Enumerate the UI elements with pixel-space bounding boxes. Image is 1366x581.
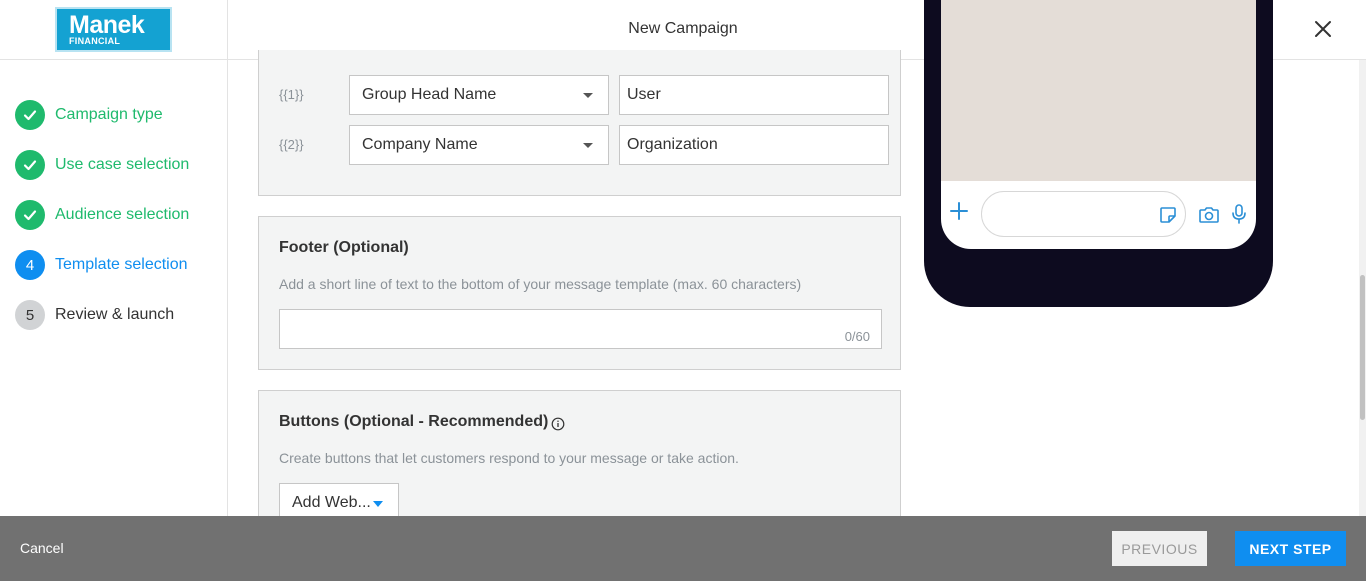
caret-down-icon: [583, 93, 593, 98]
step-label: Review & launch: [55, 306, 175, 323]
chat-background: [941, 0, 1256, 181]
phone-screen: [941, 0, 1256, 249]
step-audience-selection[interactable]: Audience selection: [15, 200, 189, 230]
close-icon: [1315, 21, 1331, 37]
variable-field-select[interactable]: Company Name: [349, 125, 609, 165]
step-label: Use case selection: [55, 156, 190, 173]
variable-key: {{1}}: [279, 87, 304, 102]
message-input[interactable]: [981, 191, 1186, 237]
variable-fallback-input[interactable]: Organization: [619, 125, 889, 165]
variable-fallback-input[interactable]: User: [619, 75, 889, 115]
close-button[interactable]: [1311, 17, 1335, 41]
scrollbar[interactable]: [1359, 60, 1366, 516]
info-icon[interactable]: [551, 417, 565, 431]
select-value: Company Name: [362, 136, 478, 153]
buttons-description: Create buttons that let customers respon…: [279, 450, 739, 466]
cancel-link[interactable]: Cancel: [20, 540, 64, 556]
character-counter: 0/60: [844, 329, 870, 344]
variables-panel: {{1}} Group Head Name User {{2}} Company…: [258, 50, 901, 196]
step-use-case-selection[interactable]: Use case selection: [15, 150, 189, 180]
step-review-launch[interactable]: 5 Review & launch: [15, 300, 174, 330]
step-number: 5: [15, 300, 45, 330]
buttons-title: Buttons (Optional - Recommended): [279, 413, 549, 430]
variable-row: {{2}} Company Name Organization: [279, 125, 889, 165]
variable-row: {{1}} Group Head Name User: [279, 75, 889, 115]
select-value: Group Head Name: [362, 86, 497, 103]
compose-bar: [941, 181, 1256, 249]
caret-down-icon: [373, 501, 383, 507]
check-icon: [15, 150, 45, 180]
dropdown-label: Add Web...: [292, 494, 371, 511]
scrollbar-thumb[interactable]: [1360, 275, 1365, 420]
footer-description: Add a short line of text to the bottom o…: [279, 276, 802, 292]
caret-down-icon: [583, 143, 593, 148]
step-campaign-type[interactable]: Campaign type: [15, 100, 163, 130]
variable-key: {{2}}: [279, 137, 304, 152]
step-number: 4: [15, 250, 45, 280]
step-label: Campaign type: [55, 106, 163, 123]
bottom-action-bar: Cancel PREVIOUS NEXT STEP: [0, 516, 1366, 581]
step-label: Audience selection: [55, 206, 190, 223]
microphone-icon[interactable]: [1231, 203, 1247, 225]
plus-icon[interactable]: [949, 201, 969, 221]
footer-panel: Footer (Optional) Add a short line of te…: [258, 216, 901, 370]
footer-text-input[interactable]: 0/60: [279, 309, 882, 349]
previous-button[interactable]: PREVIOUS: [1112, 531, 1207, 566]
check-icon: [15, 200, 45, 230]
next-step-button[interactable]: NEXT STEP: [1235, 531, 1346, 566]
phone-preview: [924, 0, 1273, 307]
buttons-panel: Buttons (Optional - Recommended) Create …: [258, 390, 901, 523]
sticker-icon[interactable]: [1158, 205, 1178, 225]
step-template-selection[interactable]: 4 Template selection: [15, 250, 188, 280]
step-label: Template selection: [55, 256, 188, 273]
stepper: Campaign type Use case selection Audienc…: [0, 60, 228, 516]
footer-title: Footer (Optional): [279, 239, 409, 256]
variable-field-select[interactable]: Group Head Name: [349, 75, 609, 115]
check-icon: [15, 100, 45, 130]
camera-icon[interactable]: [1198, 205, 1220, 225]
